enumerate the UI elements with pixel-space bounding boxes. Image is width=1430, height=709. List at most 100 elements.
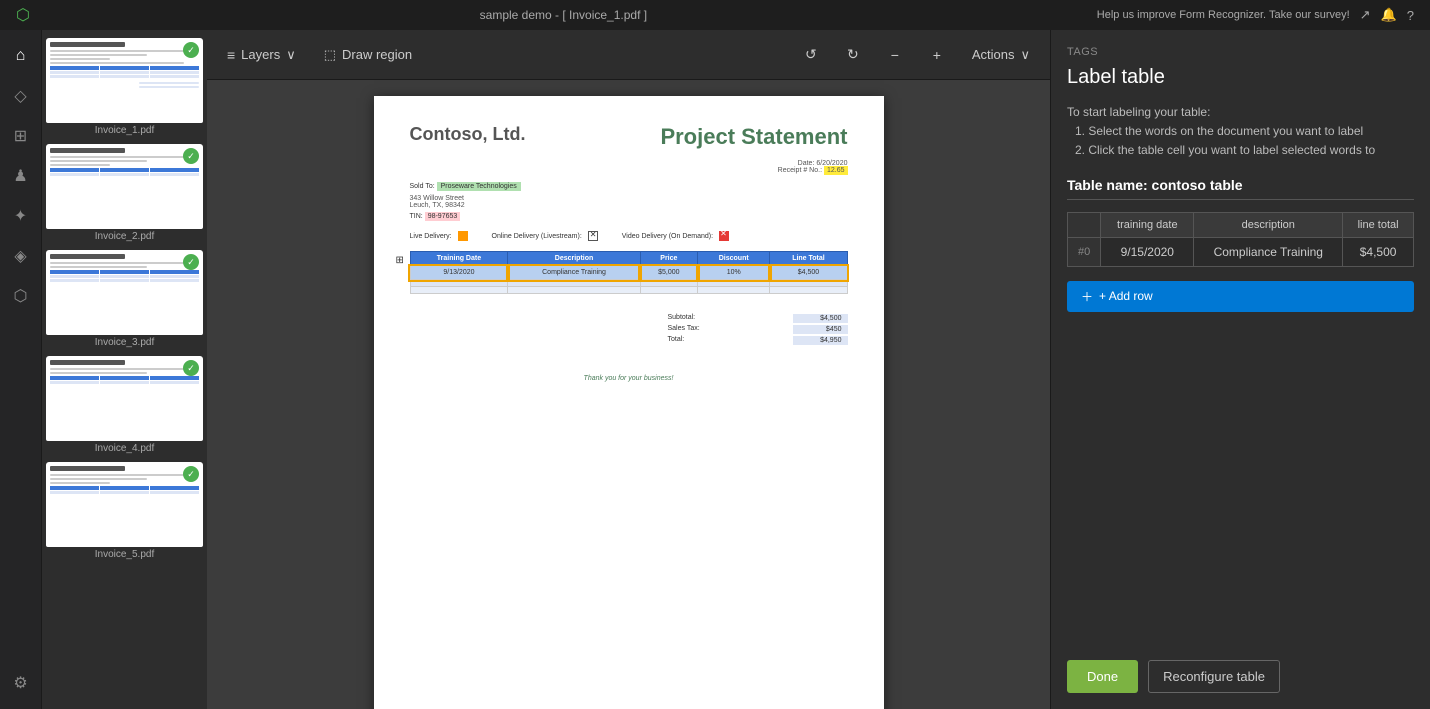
draw-region-button[interactable]: ⬚ Draw region	[316, 43, 420, 67]
col-discount: Discount	[698, 252, 770, 266]
col-line-total: Line Total	[770, 252, 847, 266]
cell-discount: 10%	[698, 266, 770, 280]
invoice-table-wrapper: ⊞ Training Date Description Price Discou…	[410, 251, 848, 294]
label-table: training date description line total #0 …	[1067, 212, 1414, 267]
file-thumb-1[interactable]: ✓ Invoice_1.pdf	[46, 38, 203, 138]
total-row: Total: $4,950	[668, 336, 848, 345]
file-label-5: Invoice_5.pdf	[46, 547, 203, 562]
actions-button[interactable]: Actions ∨	[964, 43, 1038, 67]
address: 343 Willow Street Leuch, TX, 98342	[410, 195, 848, 209]
cell-description: Compliance Training	[508, 266, 640, 280]
delivery-row: Live Delivery: Online Delivery (Livestre…	[410, 231, 848, 241]
invoice-meta: Date: 6/20/2020 Receipt # No.: 12.65	[410, 160, 848, 174]
grid-icon-btn[interactable]: ⊞	[3, 118, 39, 154]
layers-icon: ≡	[227, 47, 235, 63]
file-thumb-5[interactable]: ✓ Invoice_5.pdf	[46, 462, 203, 562]
doc-canvas[interactable]: Contoso, Ltd. Project Statement Date: 6/…	[207, 80, 1050, 709]
file-label-2: Invoice_2.pdf	[46, 229, 203, 244]
cell-description-label[interactable]: Compliance Training	[1194, 237, 1343, 266]
file-check-4: ✓	[183, 360, 199, 376]
doc-area: ≡ Layers ∨ ⬚ Draw region ↺ ↻ − + Actions…	[207, 30, 1050, 709]
live-delivery: Live Delivery:	[410, 231, 468, 241]
icon-sidebar: ⌂ ◇ ⊞ ♟ ✦ ◈ ⬡ ⚙	[0, 30, 42, 709]
file-thumb-2[interactable]: ✓ Invoice_2.pdf	[46, 144, 203, 244]
add-icon: ＋	[1081, 288, 1093, 305]
help-icon[interactable]: ?	[1407, 8, 1414, 23]
add-row-button[interactable]: ＋ + Add row	[1067, 281, 1414, 312]
cell-price: $5,000	[640, 266, 697, 280]
draw-icon: ⬚	[324, 47, 336, 63]
notification-icon[interactable]: 🔔	[1381, 7, 1397, 23]
cell-line-total-label[interactable]: $4,500	[1343, 237, 1414, 266]
file-label-3: Invoice_3.pdf	[46, 335, 203, 350]
col-line-total-header: line total	[1343, 212, 1414, 237]
receipt-row: Receipt # No.: 12.65	[410, 167, 848, 174]
invoice-title: Project Statement	[660, 124, 847, 150]
invoice-totals: Subtotal: $4,500 Sales Tax: $450 Total: …	[668, 314, 848, 345]
invoice-document: Contoso, Ltd. Project Statement Date: 6/…	[374, 96, 884, 709]
table-row: 9/13/2020 Compliance Training $5,000 10%…	[410, 266, 847, 280]
col-price: Price	[640, 252, 697, 266]
external-link-icon[interactable]: ↗	[1360, 7, 1371, 23]
table-row	[410, 287, 847, 294]
invoice-table: Training Date Description Price Discount…	[410, 251, 848, 294]
tag-icon-btn[interactable]: ◇	[3, 78, 39, 114]
col-training-date: Training Date	[410, 252, 508, 266]
cell-date: 9/13/2020	[410, 266, 508, 280]
subtotal-row: Subtotal: $4,500	[668, 314, 848, 323]
invoice-footer: Thank you for your business!	[410, 375, 848, 382]
zoom-in-button[interactable]: +	[922, 40, 952, 70]
draw-region-label: Draw region	[342, 47, 412, 62]
sold-to-section: Sold To: Proseware Technologies 343 Will…	[410, 182, 848, 221]
app-logo: ⬡	[16, 5, 30, 25]
cell-training-date[interactable]: 9/15/2020	[1101, 237, 1194, 266]
invoice-header: Contoso, Ltd. Project Statement	[410, 124, 848, 150]
tax-row: Sales Tax: $450	[668, 325, 848, 334]
cell-line-total: $4,500	[770, 266, 847, 280]
col-description: Description	[508, 252, 640, 266]
window-title: sample demo - [ Invoice_1.pdf ]	[30, 8, 1097, 22]
connection-icon-btn[interactable]: ⬡	[3, 278, 39, 314]
file-label-4: Invoice_4.pdf	[46, 441, 203, 456]
file-icon-btn[interactable]: ◈	[3, 238, 39, 274]
actions-label: Actions	[972, 47, 1015, 62]
label-table-title: Label table	[1067, 66, 1414, 89]
lightbulb-icon-btn[interactable]: ✦	[3, 198, 39, 234]
main-layout: ⌂ ◇ ⊞ ♟ ✦ ◈ ⬡ ⚙ ✓ Invoice_1.pdf	[0, 30, 1430, 709]
file-check-5: ✓	[183, 466, 199, 482]
file-check-3: ✓	[183, 254, 199, 270]
video-delivery: Video Delivery (On Demand): ✕	[622, 231, 729, 241]
person-icon-btn[interactable]: ♟	[3, 158, 39, 194]
top-bar-right: Help us improve Form Recognizer. Take ou…	[1097, 7, 1414, 23]
action-buttons: Done Reconfigure table	[1067, 660, 1414, 693]
table-grid-icon: ⊞	[396, 255, 404, 266]
right-panel: Tags Label table To start labeling your …	[1050, 30, 1430, 709]
file-thumb-3[interactable]: ✓ Invoice_3.pdf	[46, 250, 203, 350]
layers-button[interactable]: ≡ Layers ∨	[219, 43, 304, 67]
col-description-header: description	[1194, 212, 1343, 237]
instructions: To start labeling your table: 1. Select …	[1067, 103, 1414, 161]
file-label-1: Invoice_1.pdf	[46, 123, 203, 138]
table-row	[410, 280, 847, 287]
done-button[interactable]: Done	[1067, 660, 1138, 693]
row-num: #0	[1068, 237, 1101, 266]
col-num	[1068, 212, 1101, 237]
layers-chevron-icon: ∨	[286, 47, 296, 63]
reconfigure-button[interactable]: Reconfigure table	[1148, 660, 1280, 693]
tin-row: TIN: 98-97653	[410, 212, 848, 221]
table-name-label: Table name: contoso table	[1067, 177, 1414, 200]
tags-label: Tags	[1067, 46, 1414, 58]
add-row-label: + Add row	[1099, 289, 1153, 303]
online-delivery: Online Delivery (Livestream): ✕	[492, 231, 598, 241]
home-icon-btn[interactable]: ⌂	[3, 38, 39, 74]
rotate-left-button[interactable]: ↺	[796, 40, 826, 70]
file-thumb-4[interactable]: ✓ Invoice_4.pdf	[46, 356, 203, 456]
help-text: Help us improve Form Recognizer. Take ou…	[1097, 9, 1350, 21]
zoom-out-button[interactable]: −	[880, 40, 910, 70]
date-row: Date: 6/20/2020	[410, 160, 848, 167]
rotate-right-button[interactable]: ↻	[838, 40, 868, 70]
settings-icon-btn[interactable]: ⚙	[3, 665, 39, 701]
label-table-row: #0 9/15/2020 Compliance Training $4,500	[1068, 237, 1414, 266]
layers-label: Layers	[241, 47, 280, 62]
actions-chevron-icon: ∨	[1020, 47, 1030, 63]
